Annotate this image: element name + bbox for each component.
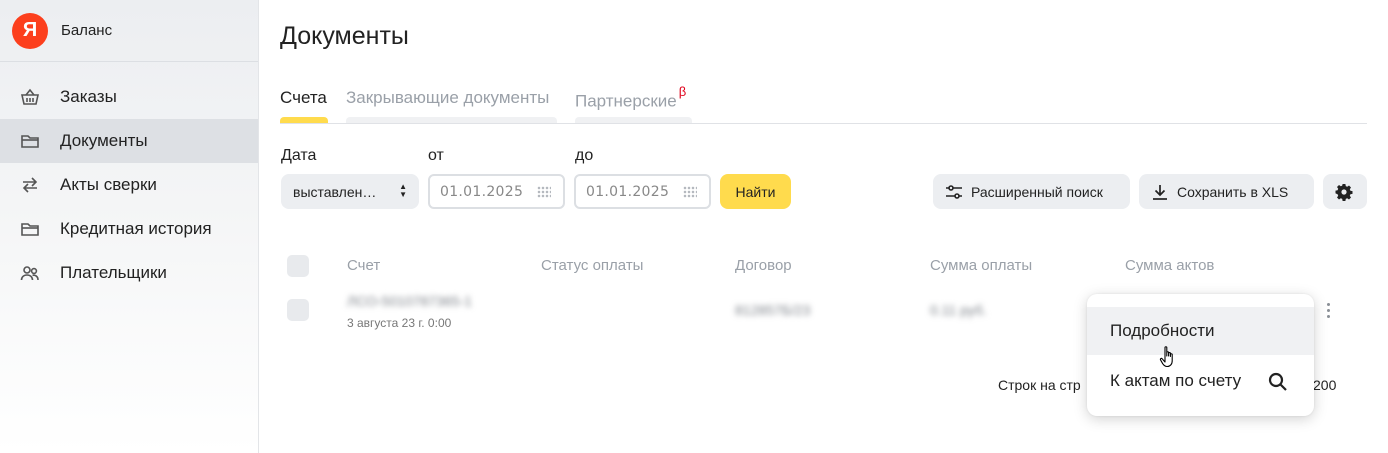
column-header-invoice[interactable]: Счет	[347, 257, 380, 274]
rows-per-page-label: Строк на стр	[998, 377, 1081, 393]
sidebar-item-label: Акты сверки	[60, 175, 157, 194]
row-checkbox[interactable]	[287, 299, 309, 321]
invoice-date: 3 августа 23 г. 0:00	[347, 316, 452, 330]
row-more-icon[interactable]	[1321, 303, 1335, 321]
tab-label: Счета	[280, 88, 327, 107]
main-content: Документы Счета Закрывающие документы Па…	[259, 0, 1388, 453]
tab-partner[interactable]: Партнерскиеβ	[575, 84, 692, 123]
menu-item-details[interactable]: Подробности	[1087, 307, 1314, 355]
from-label: от	[428, 147, 444, 164]
save-xls-label: Сохранить в XLS	[1177, 183, 1289, 200]
rows-per-page-value[interactable]: 200	[1313, 377, 1336, 393]
sidebar-item-documents[interactable]: Документы	[0, 119, 258, 163]
sidebar-item-label: Кредитная история	[60, 219, 212, 238]
tab-invoices[interactable]: Счета	[280, 88, 328, 123]
date-to-field[interactable]: 01.01.2025	[574, 174, 711, 209]
date-from-field[interactable]: 01.01.2025	[428, 174, 565, 209]
sidebar-item-orders[interactable]: Заказы	[0, 75, 258, 119]
column-header-contract[interactable]: Договор	[735, 257, 792, 274]
date-type-select[interactable]: выставлен… ▲ ▼	[281, 174, 419, 209]
settings-button[interactable]	[1323, 174, 1367, 209]
sidebar: Я Баланс Заказы Документы Акты сверки Кр…	[0, 0, 259, 453]
filter-sliders-icon	[946, 184, 962, 199]
advanced-search-button[interactable]: Расширенный поиск	[933, 174, 1130, 209]
folder-icon	[20, 219, 40, 239]
date-label: Дата	[281, 147, 317, 164]
to-label: до	[575, 147, 594, 164]
save-xls-button[interactable]: Сохранить в XLS	[1139, 174, 1314, 209]
sidebar-item-label: Плательщики	[60, 263, 167, 282]
column-header-payment-status[interactable]: Статус оплаты	[541, 257, 643, 274]
tab-closing-documents[interactable]: Закрывающие документы	[346, 88, 557, 123]
tabs: Счета Закрывающие документы Партнерскиеβ	[280, 84, 1367, 124]
tab-indicator	[346, 117, 557, 123]
date-from-value: 01.01.2025	[440, 183, 524, 200]
tab-label: Закрывающие документы	[346, 88, 550, 107]
invoice-number[interactable]: ЛСО-5010787365-1	[347, 293, 472, 309]
row-context-menu: Подробности К актам по счету	[1087, 294, 1314, 416]
sidebar-item-reconciliation[interactable]: Акты сверки	[0, 163, 258, 207]
page-title: Документы	[280, 22, 409, 50]
select-all-checkbox[interactable]	[287, 255, 309, 277]
sidebar-item-payers[interactable]: Плательщики	[0, 251, 258, 295]
menu-item-to-acts[interactable]: К актам по счету	[1087, 357, 1314, 405]
swap-arrows-icon	[20, 175, 40, 195]
advanced-search-label: Расширенный поиск	[971, 183, 1103, 200]
date-to-value: 01.01.2025	[586, 183, 670, 200]
tab-indicator	[280, 117, 328, 123]
sidebar-nav: Заказы Документы Акты сверки Кредитная и…	[0, 62, 258, 295]
search-icon	[1268, 372, 1287, 391]
menu-item-label: К актам по счету	[1110, 371, 1242, 390]
select-arrows-icon: ▲ ▼	[399, 182, 407, 199]
find-button[interactable]: Найти	[720, 174, 791, 209]
menu-item-label: Подробности	[1110, 321, 1215, 340]
payment-amount: 0.11 руб.	[930, 302, 987, 318]
brand-header: Я Баланс	[0, 0, 258, 62]
brand-name: Баланс	[61, 22, 113, 39]
download-icon	[1153, 184, 1167, 200]
column-header-acts-amount[interactable]: Сумма актов	[1125, 257, 1214, 274]
tab-label: Партнерские	[575, 91, 677, 111]
sidebar-item-credit-history[interactable]: Кредитная история	[0, 207, 258, 251]
folder-icon	[20, 131, 40, 151]
sidebar-item-label: Заказы	[60, 87, 117, 106]
beta-badge: β	[678, 84, 687, 99]
yandex-logo[interactable]: Я	[12, 12, 48, 49]
calendar-icon[interactable]	[683, 186, 697, 198]
column-header-payment-amount[interactable]: Сумма оплаты	[930, 257, 1032, 274]
tab-indicator	[575, 117, 692, 123]
contract-number[interactable]: 812857Б/23	[735, 302, 810, 318]
hand-cursor-icon	[1159, 346, 1173, 368]
users-icon	[20, 263, 40, 283]
basket-icon	[20, 87, 40, 107]
calendar-icon[interactable]	[537, 186, 551, 198]
date-type-value: выставлен…	[293, 183, 377, 200]
gear-icon	[1335, 183, 1353, 201]
sidebar-item-label: Документы	[60, 131, 148, 150]
